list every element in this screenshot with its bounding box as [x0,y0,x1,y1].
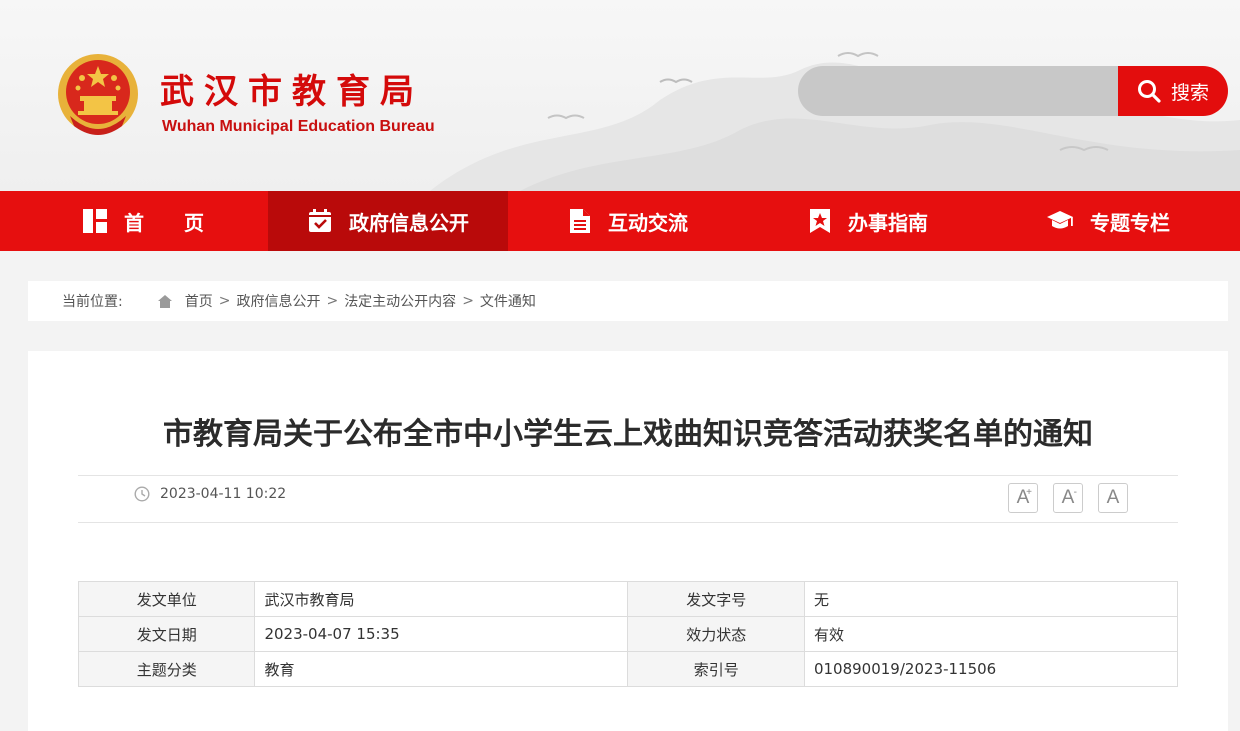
dashboard-icon [83,209,107,233]
search-input[interactable] [798,66,1128,116]
breadcrumb-separator: > [326,293,339,309]
search-button-label: 搜索 [1170,81,1209,104]
breadcrumb-prefix: 当前位置: [62,294,123,310]
site-subtitle: Wuhan Municipal Education Bureau [162,118,435,135]
breadcrumb: 当前位置: 首页 > 政府信息公开 > 法定主动公开内容 > 文件通知 [28,281,1228,321]
breadcrumb-file-notice[interactable]: 文件通知 [480,291,536,311]
main-nav: 首页 政府信息公开 互动交流 办事指南 专题专栏 [0,191,1240,251]
publish-time-text: 2023-04-11 10:22 [160,486,287,502]
home-icon [157,294,173,309]
document-info-table: 发文单位 武汉市教育局 发文字号 无 发文日期 2023-04-07 15:35… [77,581,1179,687]
document-icon [570,209,590,233]
nav-item-label: 互动交流 [608,210,688,235]
nav-item-service-guide[interactable]: 办事指南 [748,191,988,251]
breadcrumb-separator: > [462,293,474,309]
table-key: 发文单位 [77,581,256,617]
table-row: 主题分类 教育 索引号 010890019/2023-11506 [77,651,1179,687]
article-card: 市教育局关于公布全市中小学生云上戏曲知识竞答活动获奖名单的通知 2023-04-… [28,351,1228,731]
article-title: 市教育局关于公布全市中小学生云上戏曲知识竞答活动获奖名单的通知 [163,417,1093,452]
font-increase-button[interactable]: A + [1008,483,1038,513]
font-size-controls: A + A- A [1008,483,1128,513]
nav-item-label: 首页 [124,210,244,235]
breadcrumb-gov-info[interactable]: 政府信息公开 [236,291,320,311]
table-row: 发文日期 2023-04-07 15:35 效力状态 有效 [77,616,1179,652]
search-icon [1137,80,1161,103]
table-value: 武汉市教育局 [254,581,629,617]
clock-icon [134,486,150,502]
nav-item-label: 专题专栏 [1090,210,1170,235]
nav-item-label: 办事指南 [848,210,928,235]
bookmark-star-icon [810,209,830,233]
nav-item-special-topics[interactable]: 专题专栏 [988,191,1228,251]
table-key: 索引号 [627,651,805,687]
national-emblem-icon [58,54,138,135]
site-header: 武汉市教育局 Wuhan Municipal Education Bureau … [0,0,1240,191]
table-value: 有效 [803,616,1179,652]
search-box: 搜索 [798,66,1228,116]
table-value: 2023-04-07 15:35 [254,616,629,652]
calendar-check-icon [309,209,331,232]
breadcrumb-statutory-content[interactable]: 法定主动公开内容 [344,291,456,311]
nav-item-gov-info[interactable]: 政府信息公开 [268,191,508,251]
nav-item-interaction[interactable]: 互动交流 [508,191,748,251]
table-key: 效力状态 [627,616,805,652]
search-button[interactable]: 搜索 [1118,66,1228,116]
table-value: 无 [803,581,1179,617]
site-title: 武汉市教育局 [160,72,424,112]
article-meta: 2023-04-11 10:22 A + A- A [78,475,1178,523]
breadcrumb-home[interactable]: 首页 [185,291,213,311]
table-key: 发文日期 [77,616,256,652]
font-reset-button[interactable]: A [1098,483,1128,513]
nav-item-label: 政府信息公开 [349,210,469,235]
table-row: 发文单位 武汉市教育局 发文字号 无 [77,581,1179,617]
graduation-cap-icon [1047,211,1073,229]
breadcrumb-separator: > [218,293,231,309]
font-decrease-button[interactable]: A- [1053,483,1083,513]
publish-time: 2023-04-11 10:22 [134,486,286,502]
table-value: 010890019/2023-11506 [803,651,1179,687]
table-key: 发文字号 [627,581,805,617]
table-key: 主题分类 [77,651,256,687]
table-value: 教育 [254,651,629,687]
nav-item-home[interactable]: 首页 [0,191,268,251]
